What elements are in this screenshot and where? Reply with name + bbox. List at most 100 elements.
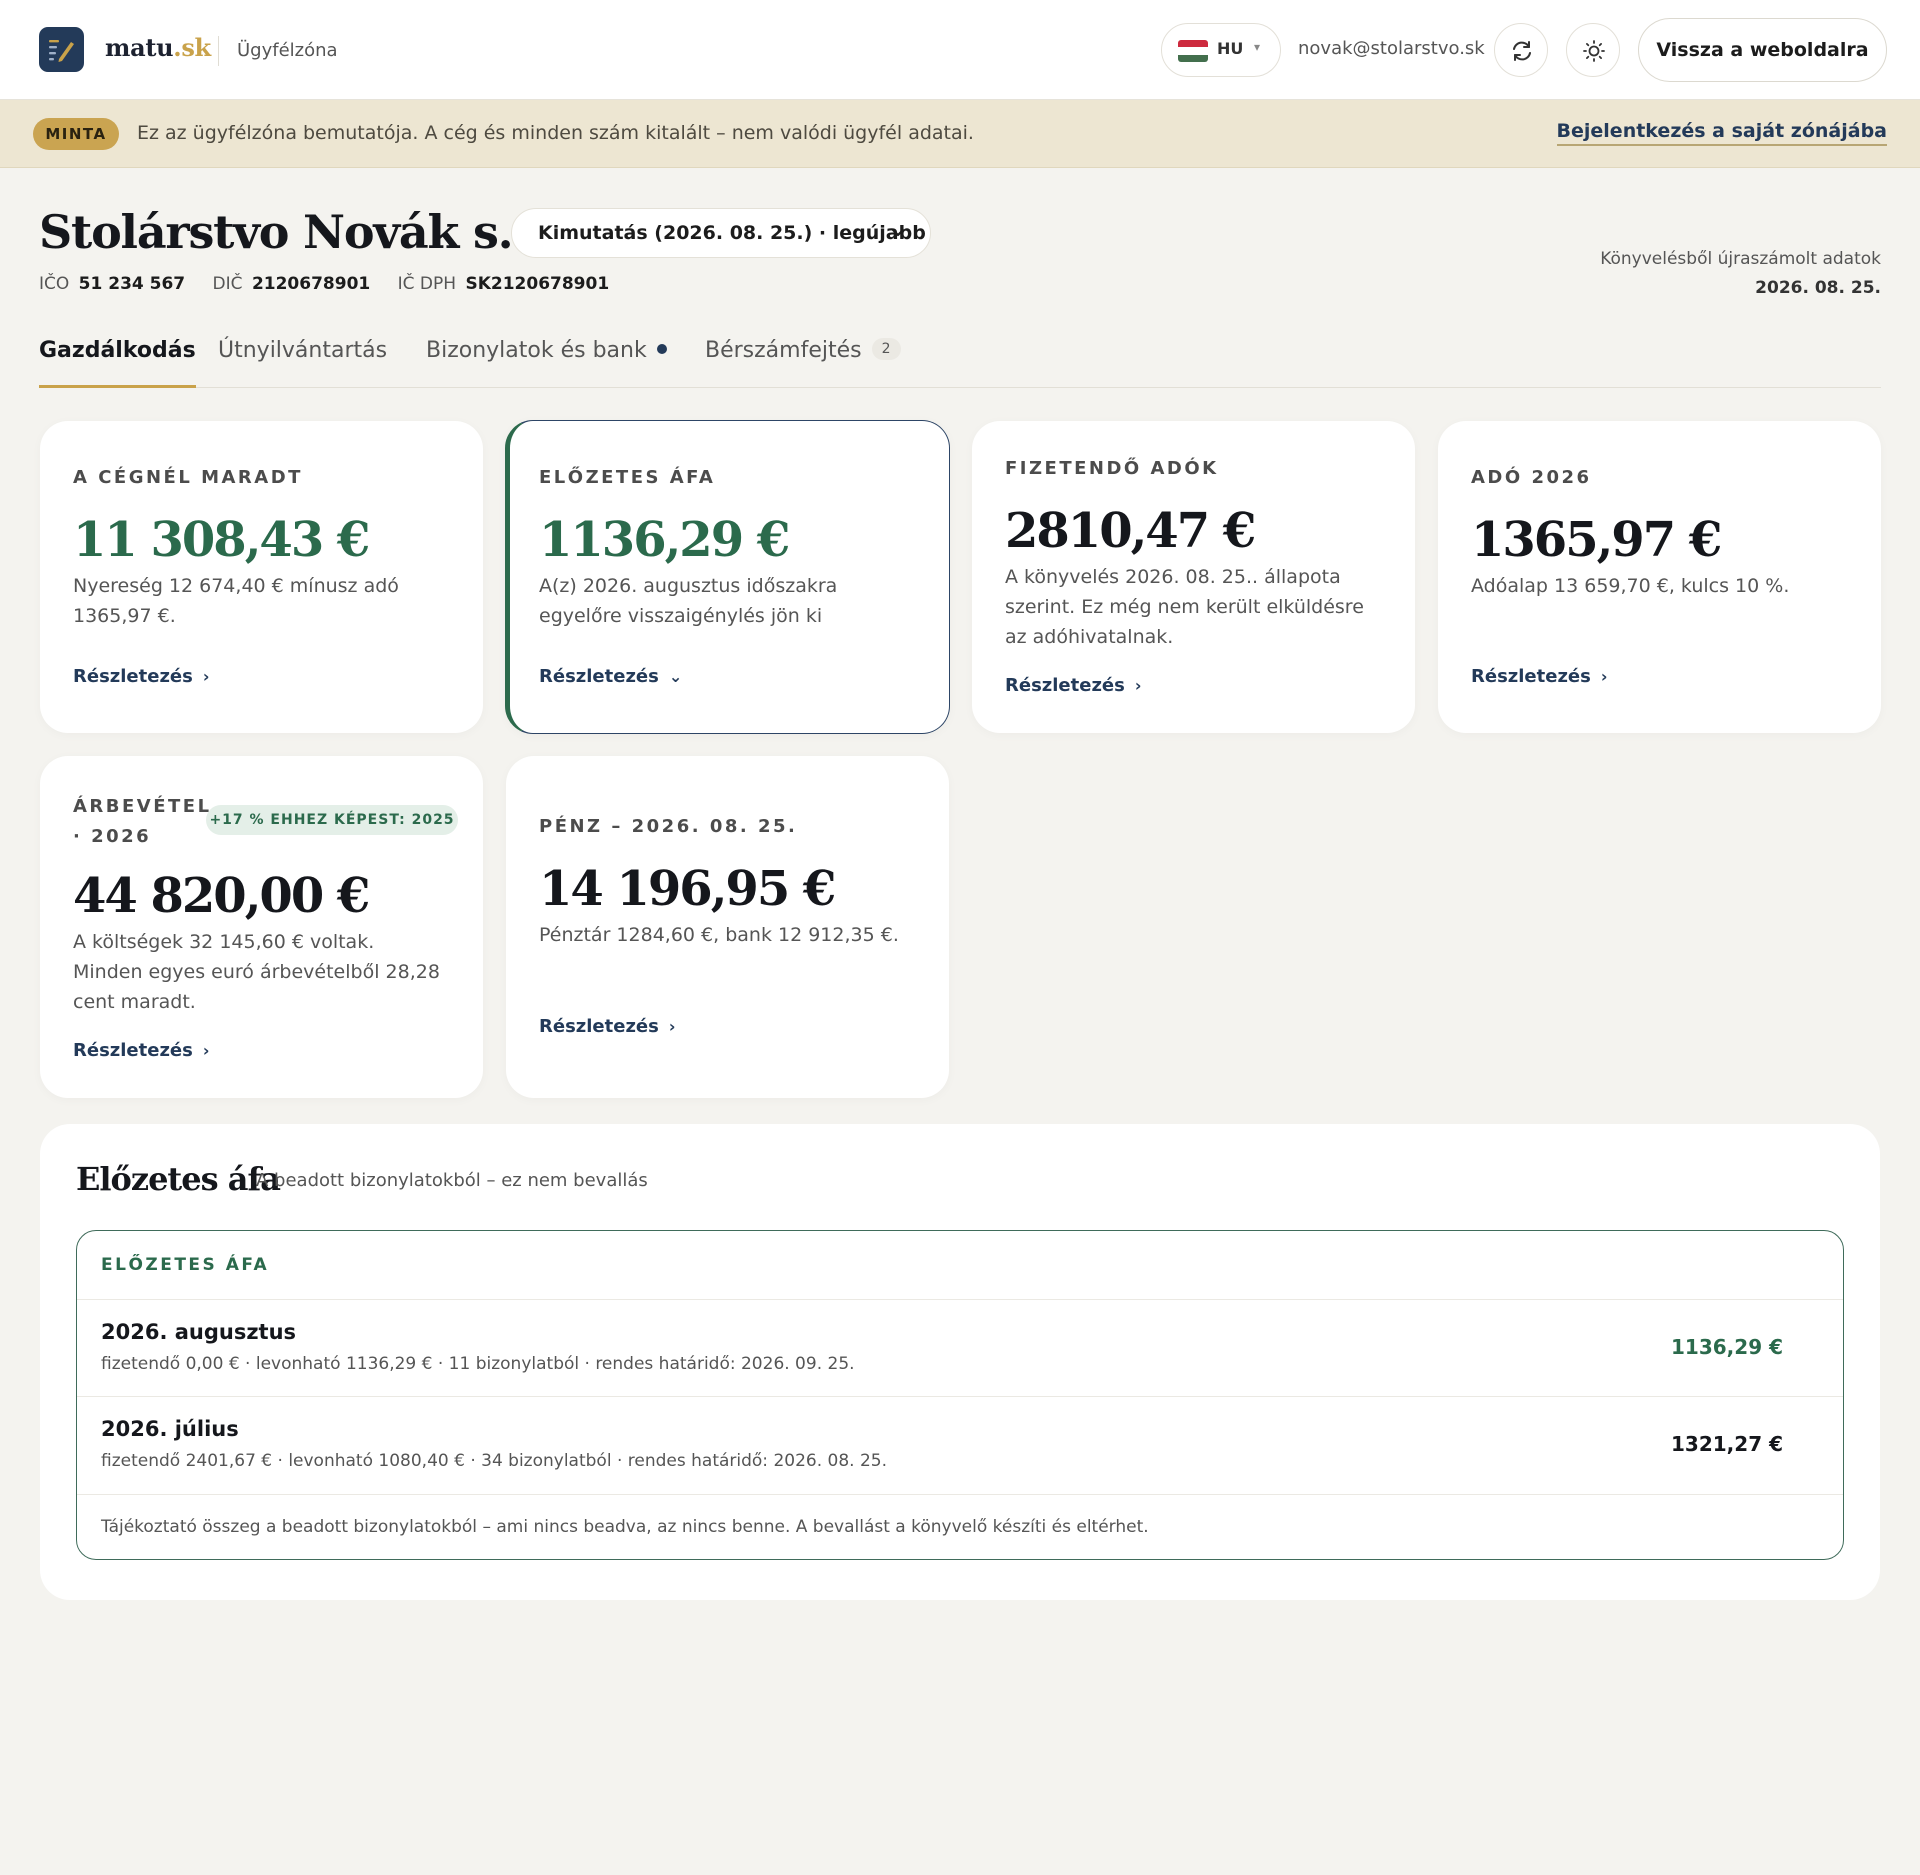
card-label-line1: Árbevétel: [73, 796, 212, 817]
details-link[interactable]: Részletezés ⌄: [539, 666, 682, 687]
refresh-icon: [1513, 41, 1531, 61]
details-link[interactable]: Részletezés ›: [539, 1016, 675, 1037]
tab-label: Gazdálkodás: [39, 338, 196, 363]
card-description: Nyereség 12 674,40 € mínusz adó 1365,97 …: [73, 575, 399, 627]
card-label: Pénz – 2026. 08. 25.: [539, 816, 798, 837]
chevron-right-icon: ›: [1600, 667, 1608, 686]
details-link[interactable]: Részletezés ›: [73, 1040, 209, 1061]
card-amount: 1136,29 €: [539, 512, 790, 568]
chevron-right-icon: ›: [1134, 676, 1142, 695]
back-to-website-button[interactable]: Vissza a weboldalra: [1638, 18, 1887, 82]
period-meta: fizetendő 0,00 € · levonható 1136,29 € ·…: [101, 1354, 855, 1374]
banner-text: Ez az ügyfélzóna bemutatója. A cég és mi…: [137, 122, 974, 144]
recalc-date: 2026. 08. 25.: [1755, 278, 1881, 298]
tab-gazdalkodas[interactable]: Gazdálkodás: [39, 338, 196, 388]
period-name: 2026. július: [101, 1417, 239, 1441]
prevat-table-heading-text: Előzetes áfa: [101, 1255, 270, 1275]
card-label-line2: · 2026: [73, 826, 152, 847]
tab-berszamfejtes[interactable]: Bérszámfejtés 2: [705, 338, 901, 388]
statement-select-value: Kimutatás (2026. 08. 25.) · legújabb: [538, 222, 926, 244]
chevron-down-icon: ▾: [1254, 40, 1261, 54]
period-value: 1321,27 €: [1671, 1432, 1783, 1456]
card-label: A cégnél maradt: [73, 467, 303, 488]
prevat-table: Előzetes áfa 2026. augusztus fizetendő 0…: [76, 1230, 1844, 1560]
app-logo-icon[interactable]: [39, 27, 84, 72]
sun-icon: [1583, 40, 1605, 62]
ico-value: 51 234 567: [78, 274, 186, 294]
prevat-table-heading: Előzetes áfa: [101, 1255, 269, 1275]
details-link[interactable]: Részletezés ›: [73, 666, 209, 687]
period-value: 1136,29 €: [1671, 1335, 1783, 1359]
tab-label: Bérszámfejtés: [705, 338, 862, 363]
details-link-label: Részletezés: [1471, 666, 1591, 687]
chevron-right-icon: ›: [202, 1041, 210, 1060]
period-meta: fizetendő 2401,67 € · levonható 1080,40 …: [101, 1451, 887, 1471]
tab-count-badge: 2: [871, 338, 901, 360]
card-label: Árbevétel · 2026: [73, 792, 212, 852]
dic-value: 2120678901: [251, 274, 371, 294]
table-row[interactable]: 2026. július fizetendő 2401,67 € · levon…: [77, 1396, 1843, 1493]
card-amount: 11 308,43 €: [73, 512, 370, 568]
statement-select[interactable]: Kimutatás (2026. 08. 25.) · legújabb: [511, 208, 931, 258]
unread-dot-icon: [656, 344, 667, 354]
user-email: novak@stolarstvo.sk: [1298, 38, 1485, 59]
details-link[interactable]: Részletezés ›: [1005, 675, 1141, 696]
theme-toggle-button[interactable]: [1566, 23, 1620, 77]
icdph-label: IČ DPH: [397, 274, 457, 294]
prevat-panel-subtitle: A beadott bizonylatokból – ez nem bevall…: [256, 1170, 648, 1191]
tab-label: Bizonylatok és bank: [426, 338, 647, 363]
prevat-panel: Előzetes áfa A beadott bizonylatokból – …: [40, 1124, 1880, 1600]
chevron-down-icon: [891, 228, 905, 237]
company-identifiers: IČO 51 234 567 DIČ 2120678901 IČ DPH SK2…: [39, 274, 631, 294]
card-amount: 44 820,00 €: [73, 868, 370, 924]
card-description: Adóalap 13 659,70 €, kulcs 10 %.: [1471, 575, 1790, 597]
language-code: HU: [1217, 39, 1244, 58]
login-own-zone-link[interactable]: Bejelentkezés a saját zónájába: [1556, 120, 1887, 146]
brand-name[interactable]: matu.sk: [105, 33, 211, 62]
card-description: A könyvelés 2026. 08. 25.. állapota szer…: [1005, 566, 1364, 648]
card-description: A költségek 32 145,60 € voltak. Minden e…: [73, 931, 440, 1013]
details-link-label: Részletezés: [539, 1016, 659, 1037]
card-amount: 1365,97 €: [1471, 512, 1722, 568]
details-link-label: Részletezés: [1005, 675, 1125, 696]
card-remained: A cégnél maradt 11 308,43 € Nyereség 12 …: [40, 421, 483, 733]
card-label: Fizetendő adók: [1005, 458, 1219, 479]
card-label: Előzetes áfa: [539, 467, 716, 488]
card-amount: 14 196,95 €: [539, 861, 836, 917]
card-cash: Pénz – 2026. 08. 25. 14 196,95 € Pénztár…: [506, 756, 949, 1098]
table-row[interactable]: 2026. augusztus fizetendő 0,00 € · levon…: [77, 1299, 1843, 1396]
brand-divider: [218, 36, 219, 66]
chevron-right-icon: ›: [668, 1017, 676, 1036]
recalc-text: Könyvelésből újraszámolt adatok: [1600, 249, 1881, 269]
chevron-right-icon: ›: [202, 667, 210, 686]
prevat-panel-title: Előzetes áfa: [76, 1160, 281, 1198]
chevron-down-icon: ⌄: [668, 667, 683, 686]
hungary-flag-icon: [1178, 40, 1208, 62]
card-tax-2026: Adó 2026 1365,97 € Adóalap 13 659,70 €, …: [1438, 421, 1881, 733]
brand-accent: .sk: [173, 33, 211, 62]
dic-label: DIČ: [212, 274, 243, 294]
details-link[interactable]: Részletezés ›: [1471, 666, 1607, 687]
details-link-label: Részletezés: [539, 666, 659, 687]
details-link-label: Részletezés: [73, 666, 193, 687]
details-link-label: Részletezés: [73, 1040, 193, 1061]
ico-label: IČO: [39, 274, 70, 294]
card-label: Adó 2026: [1471, 467, 1592, 488]
prevat-disclaimer: Tájékoztató összeg a beadott bizonylatok…: [101, 1517, 1149, 1537]
tab-bizonylatok-es-bank[interactable]: Bizonylatok és bank: [426, 338, 667, 388]
refresh-button[interactable]: [1494, 23, 1548, 77]
brand-main: matu: [105, 33, 174, 62]
card-taxes-due: Fizetendő adók 2810,47 € A könyvelés 202…: [972, 421, 1415, 733]
main-tabs: Gazdálkodás Útnyilvántartás Bizonylatok …: [39, 330, 1881, 388]
card-description: A(z) 2026. augusztus időszakra egyelőre …: [539, 575, 838, 627]
brand-subtitle: Ügyfélzóna: [237, 40, 338, 61]
demo-banner: MINTA Ez az ügyfélzóna bemutatója. A cég…: [0, 100, 1920, 168]
icdph-value: SK2120678901: [465, 274, 610, 294]
language-selector[interactable]: HU ▾: [1161, 23, 1281, 77]
divider: [77, 1494, 1843, 1495]
top-bar: matu.sk Ügyfélzóna HU ▾ novak@stolarstvo…: [0, 0, 1920, 100]
card-prevat: Előzetes áfa 1136,29 € A(z) 2026. augusz…: [505, 420, 950, 734]
period-name: 2026. augusztus: [101, 1320, 297, 1344]
tab-utnyilvantartas[interactable]: Útnyilvántartás: [218, 338, 387, 388]
sample-badge: MINTA: [33, 118, 119, 150]
